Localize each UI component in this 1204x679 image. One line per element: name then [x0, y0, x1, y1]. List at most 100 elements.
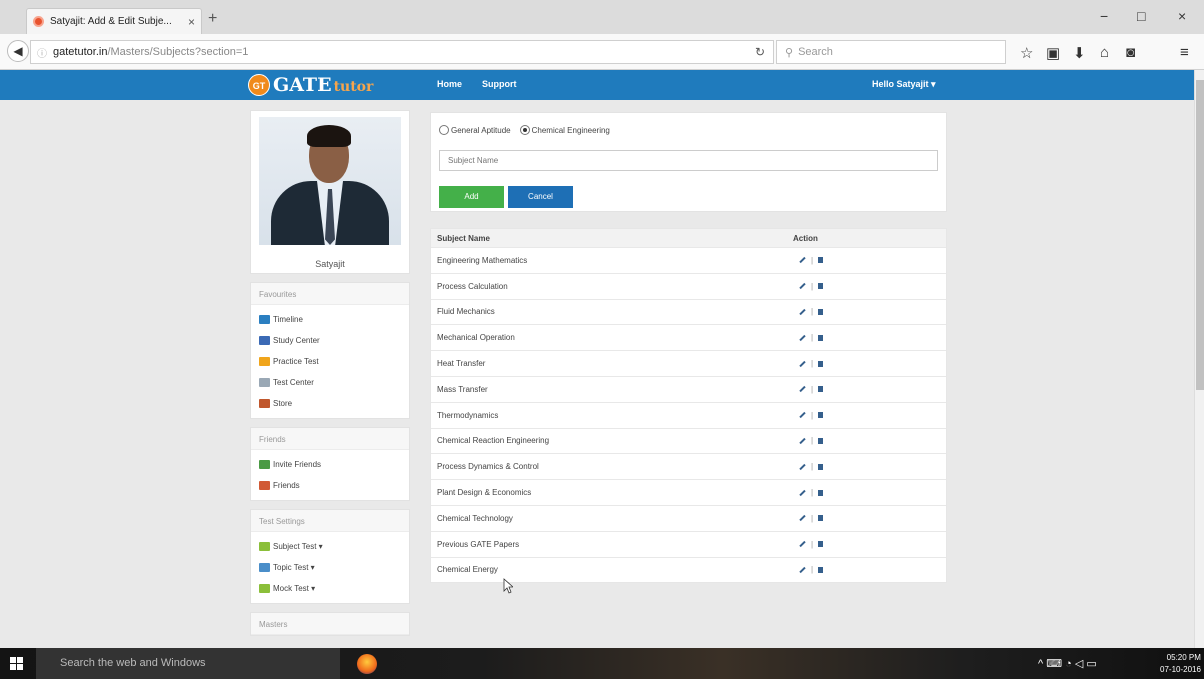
minimize-button[interactable]: − — [1100, 8, 1108, 24]
site-favicon-icon — [33, 16, 44, 27]
nav-home[interactable]: Home — [437, 79, 462, 89]
table-row: Mechanical Operation | — [431, 324, 946, 350]
browser-tabbar: Satyajit: Add & Edit Subje... × + − □ × — [0, 0, 1204, 34]
page-scrollbar[interactable] — [1194, 70, 1204, 648]
favourites-panel: Favourites Timeline Study Center Practice … — [250, 282, 410, 419]
friends-item[interactable]: Invite Friends — [259, 454, 401, 475]
profile-photo[interactable] — [259, 117, 401, 245]
clipboard-icon[interactable]: ▣ — [1046, 44, 1060, 62]
edit-pencil-icon[interactable] — [799, 463, 806, 470]
action-cell: | — [799, 333, 824, 343]
search-placeholder: Search — [798, 46, 833, 58]
url-bar[interactable]: ⓘ gatetutor.in /Masters/Subjects?section… — [30, 40, 774, 64]
gatetutor-logo[interactable]: GT GATE tutor — [248, 74, 373, 96]
delete-trash-icon[interactable] — [818, 463, 824, 470]
edit-pencil-icon[interactable] — [799, 540, 806, 548]
logo-gate-text: GATE — [273, 74, 332, 96]
subject-name-input[interactable] — [439, 150, 938, 171]
browser-navbar: ◀ ⓘ gatetutor.in /Masters/Subjects?secti… — [0, 34, 1204, 70]
favourites-item[interactable]: Store — [259, 393, 401, 414]
favourites-heading: Favourites — [251, 283, 409, 305]
radio-general-label[interactable]: General Aptitude — [451, 126, 511, 135]
action-separator: | — [811, 359, 814, 369]
radio-general-aptitude[interactable] — [439, 125, 449, 135]
table-row: Fluid Mechanics | — [431, 298, 946, 325]
favourites-item[interactable]: Test Center — [259, 372, 401, 393]
windows-start-icon[interactable] — [10, 657, 23, 670]
home-icon[interactable]: ⌂ — [1100, 44, 1109, 61]
delete-trash-icon[interactable] — [818, 283, 824, 290]
subject-name-cell: Heat Transfer — [437, 359, 486, 369]
info-icon[interactable]: ⓘ — [37, 45, 47, 60]
delete-trash-icon[interactable] — [818, 541, 824, 548]
delete-trash-icon[interactable] — [818, 386, 824, 393]
clock-date: 07-10-2016 — [1160, 665, 1201, 674]
favourites-item[interactable]: Study Center — [259, 330, 401, 351]
system-tray[interactable]: ^ ⌨ ◔ ◁ ▭ — [1038, 657, 1097, 670]
favourites-item[interactable]: Timeline — [259, 309, 401, 330]
subject-name-cell: Process Dynamics & Control — [437, 462, 539, 472]
test-settings-item[interactable]: Subject Test ▾ — [259, 536, 401, 557]
delete-trash-icon[interactable] — [818, 360, 824, 367]
add-button[interactable]: Add — [439, 186, 504, 208]
pocket-icon[interactable]: ◙ — [1126, 44, 1135, 61]
nav-support[interactable]: Support — [482, 79, 517, 89]
edit-pencil-icon[interactable] — [799, 515, 806, 522]
favourites-item[interactable]: Practice Test — [259, 351, 401, 372]
col-subject-name: Subject Name — [437, 233, 490, 243]
new-tab-button[interactable]: + — [208, 10, 217, 28]
radio-chemical-label[interactable]: Chemical Engineering — [532, 126, 610, 135]
maximize-button[interactable]: □ — [1137, 8, 1145, 24]
edit-pencil-icon[interactable] — [799, 411, 806, 419]
edit-pencil-icon[interactable] — [799, 308, 806, 316]
edit-pencil-icon[interactable] — [799, 360, 806, 367]
delete-trash-icon[interactable] — [818, 566, 824, 573]
delete-trash-icon[interactable] — [818, 308, 824, 315]
delete-trash-icon[interactable] — [818, 489, 824, 496]
profile-card: Satyajit — [250, 110, 410, 274]
friends-item-icon — [259, 460, 270, 469]
radio-chemical-engineering[interactable] — [519, 125, 530, 135]
reload-icon[interactable]: ↻ — [755, 45, 765, 59]
edit-pencil-icon[interactable] — [799, 257, 806, 264]
firefox-icon[interactable] — [357, 654, 377, 674]
cancel-button[interactable]: Cancel — [508, 186, 573, 208]
close-window-button[interactable]: × — [1178, 8, 1186, 24]
browser-search-input[interactable]: ⚲ Search — [776, 40, 1006, 64]
delete-trash-icon[interactable] — [818, 334, 824, 341]
edit-pencil-icon[interactable] — [799, 437, 806, 445]
browser-tab[interactable]: Satyajit: Add & Edit Subje... × — [26, 8, 202, 34]
favourites-item-icon — [259, 357, 270, 366]
edit-pencil-icon[interactable] — [799, 566, 806, 574]
star-icon[interactable]: ☆ — [1020, 44, 1033, 62]
table-row: Mass Transfer | — [431, 375, 946, 402]
edit-pencil-icon[interactable] — [799, 386, 806, 393]
test-settings-item[interactable]: Mock Test ▾ — [259, 578, 401, 599]
edit-pencil-icon[interactable] — [799, 489, 806, 496]
delete-trash-icon[interactable] — [818, 515, 824, 522]
delete-trash-icon[interactable] — [818, 437, 824, 444]
edit-pencil-icon[interactable] — [799, 283, 806, 290]
tab-close-icon[interactable]: × — [188, 15, 195, 29]
edit-pencil-icon[interactable] — [799, 334, 806, 341]
download-icon[interactable]: ⬇ — [1073, 44, 1086, 62]
test-settings-item[interactable]: Topic Test ▾ — [259, 557, 401, 578]
user-greeting-menu[interactable]: Hello Satyajit ▾ — [872, 79, 936, 90]
delete-trash-icon[interactable] — [818, 257, 824, 264]
profile-name[interactable]: Satyajit — [259, 259, 401, 269]
favourites-item-label: Practice Test — [273, 357, 319, 366]
taskbar-search-input[interactable]: Search the web and Windows — [36, 648, 340, 679]
windows-taskbar: Search the web and Windows ^ ⌨ ◔ ◁ ▭ 05:… — [0, 648, 1204, 679]
action-separator: | — [811, 462, 814, 472]
delete-trash-icon[interactable] — [818, 412, 824, 419]
friends-item[interactable]: Friends — [259, 475, 401, 496]
scrollbar-thumb[interactable] — [1196, 80, 1204, 390]
back-arrow-icon[interactable]: ◀ — [7, 40, 29, 62]
menu-icon[interactable]: ≡ — [1180, 44, 1189, 61]
action-cell: | — [799, 282, 824, 291]
action-separator: | — [811, 333, 814, 343]
test-settings-item-label: Topic Test ▾ — [273, 563, 315, 572]
taskbar-clock[interactable]: 05:20 PM 07-10-2016 — [1160, 652, 1201, 676]
url-host: gatetutor.in — [53, 46, 108, 58]
table-row: Previous GATE Papers | — [431, 530, 946, 557]
